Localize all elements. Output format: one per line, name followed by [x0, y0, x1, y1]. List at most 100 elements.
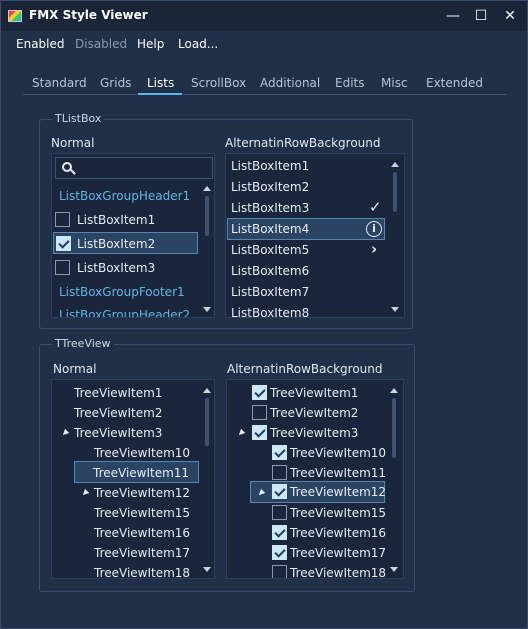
expand-arrow-icon[interactable]	[80, 488, 90, 498]
tree-item[interactable]: TreeViewItem1	[53, 382, 198, 404]
tab-additional[interactable]: Additional	[260, 76, 320, 90]
listbox-alternating[interactable]: ListBoxItem1 ListBoxItem2 ListBoxItem3 ✓ …	[225, 153, 405, 318]
treeview-alt-label: AlternatinRowBackground	[227, 362, 383, 376]
tab-edits[interactable]: Edits	[335, 76, 365, 90]
expand-arrow-icon[interactable]	[256, 488, 266, 498]
tlistbox-group-title: TListBox	[52, 112, 105, 125]
scroll-thumb[interactable]	[392, 398, 396, 458]
tab-lists[interactable]: Lists	[147, 76, 174, 90]
scroll-down-icon[interactable]	[203, 307, 211, 312]
checkbox-checked[interactable]	[272, 445, 287, 460]
listbox-group-header: ListBoxGroupHeader1	[59, 189, 191, 203]
list-item[interactable]: ListBoxItem1	[227, 155, 385, 177]
ttreeview-group-title: TTreeView	[52, 337, 114, 350]
checkbox[interactable]	[272, 465, 287, 480]
tree-item[interactable]: TreeViewItem15	[228, 502, 386, 524]
list-item[interactable]: ListBoxItem1	[53, 209, 198, 231]
minimize-icon: —	[446, 8, 460, 24]
scroll-down-icon[interactable]	[391, 307, 399, 312]
maximize-icon: ☐	[474, 8, 488, 24]
tree-item[interactable]: TreeViewItem16	[228, 522, 386, 544]
checkbox[interactable]	[272, 505, 287, 520]
tab-scrollbox[interactable]: ScrollBox	[191, 76, 246, 90]
listbox-normal-label: Normal	[51, 136, 95, 150]
tree-item-selected[interactable]: TreeViewItem11	[74, 461, 199, 483]
list-item[interactable]: ListBoxItem6	[227, 260, 385, 282]
list-item[interactable]: ListBoxItem3	[53, 257, 198, 279]
scrollbar[interactable]	[390, 158, 400, 316]
checkmark-icon: ✓	[369, 198, 382, 216]
scroll-thumb[interactable]	[205, 398, 209, 446]
tree-item[interactable]: TreeViewItem2	[228, 402, 386, 424]
tree-item-selected[interactable]: TreeViewItem12	[250, 481, 386, 503]
tree-item[interactable]: TreeViewItem18	[228, 562, 386, 578]
tree-item[interactable]: TreeViewItem16	[53, 522, 198, 544]
tab-extended[interactable]: Extended	[426, 76, 483, 90]
scroll-down-icon[interactable]	[203, 567, 211, 572]
menu-disabled: Disabled	[75, 37, 128, 51]
checkbox[interactable]	[55, 260, 70, 275]
treeview-normal[interactable]: TreeViewItem1 TreeViewItem2 TreeViewItem…	[51, 379, 215, 579]
tree-item[interactable]: TreeViewItem17	[53, 542, 198, 564]
expand-arrow-icon[interactable]	[60, 428, 70, 438]
app-icon	[8, 10, 22, 22]
tree-item[interactable]: TreeViewItem3	[53, 422, 198, 444]
menu-load[interactable]: Load...	[178, 37, 218, 51]
scrollbar[interactable]	[202, 182, 212, 316]
scroll-thumb[interactable]	[205, 196, 209, 236]
menu-enabled[interactable]: Enabled	[16, 37, 65, 51]
scroll-up-icon[interactable]	[203, 388, 211, 393]
treeview-alternating[interactable]: TreeViewItem1 TreeViewItem2 TreeViewItem…	[226, 379, 404, 579]
list-item[interactable]: ListBoxItem3 ✓	[227, 197, 385, 219]
tree-item[interactable]: TreeViewItem2	[53, 402, 198, 424]
treeview-normal-label: Normal	[53, 362, 97, 376]
listbox-group-header: ListBoxGroupHeader2	[59, 308, 191, 318]
chevron-right-icon: ›	[371, 240, 378, 258]
tab-misc[interactable]: Misc	[381, 76, 408, 90]
checkbox[interactable]	[252, 405, 267, 420]
checkbox[interactable]	[55, 212, 70, 227]
tree-item[interactable]: TreeViewItem18	[53, 562, 198, 578]
checkbox-checked[interactable]	[252, 425, 267, 440]
checkbox-checked[interactable]	[56, 236, 71, 251]
menu-help[interactable]: Help	[137, 37, 164, 51]
tree-item[interactable]: TreeViewItem12	[53, 482, 198, 504]
app-window: FMX Style Viewer — ☐ ✕ Enabled Disabled …	[0, 0, 528, 629]
scroll-up-icon[interactable]	[203, 186, 211, 191]
listbox-normal[interactable]: ListBoxGroupHeader1 ListBoxItem1 ListBox…	[51, 153, 215, 318]
tab-bar: Standard Grids Lists ScrollBox Additiona…	[23, 73, 507, 95]
info-icon[interactable]: i	[366, 221, 382, 237]
title-bar[interactable]: FMX Style Viewer — ☐ ✕	[1, 1, 527, 31]
listbox-alt-label: AlternatinRowBackground	[225, 136, 381, 150]
checkbox-checked[interactable]	[272, 525, 287, 540]
scroll-up-icon[interactable]	[391, 162, 399, 167]
close-button[interactable]: ✕	[497, 5, 523, 27]
search-box[interactable]	[55, 157, 213, 179]
list-item-selected[interactable]: ListBoxItem4 i	[227, 218, 385, 240]
list-item[interactable]: ListBoxItem8	[227, 302, 385, 317]
minimize-button[interactable]: —	[440, 5, 466, 27]
tree-item[interactable]: TreeViewItem1	[228, 382, 386, 404]
tab-standard[interactable]: Standard	[32, 76, 87, 90]
checkbox-checked[interactable]	[272, 545, 287, 560]
checkbox-checked[interactable]	[272, 484, 287, 499]
checkbox[interactable]	[272, 565, 287, 578]
tab-grids[interactable]: Grids	[100, 76, 131, 90]
tree-item[interactable]: TreeViewItem3	[228, 422, 386, 444]
scrollbar[interactable]	[389, 384, 399, 576]
list-item[interactable]: ListBoxItem5 ›	[227, 239, 385, 261]
tree-item[interactable]: TreeViewItem10	[228, 442, 386, 464]
tree-item[interactable]: TreeViewItem17	[228, 542, 386, 564]
list-item[interactable]: ListBoxItem7	[227, 281, 385, 303]
list-item-selected[interactable]: ListBoxItem2	[53, 232, 198, 254]
scroll-thumb[interactable]	[393, 172, 397, 212]
list-item[interactable]: ListBoxItem2	[227, 176, 385, 198]
scroll-up-icon[interactable]	[390, 388, 398, 393]
expand-arrow-icon[interactable]	[236, 428, 246, 438]
scroll-down-icon[interactable]	[390, 567, 398, 572]
scrollbar[interactable]	[202, 384, 212, 576]
tree-item[interactable]: TreeViewItem15	[53, 502, 198, 524]
maximize-button[interactable]: ☐	[468, 5, 494, 27]
checkbox-checked[interactable]	[252, 385, 267, 400]
close-icon: ✕	[504, 8, 516, 24]
